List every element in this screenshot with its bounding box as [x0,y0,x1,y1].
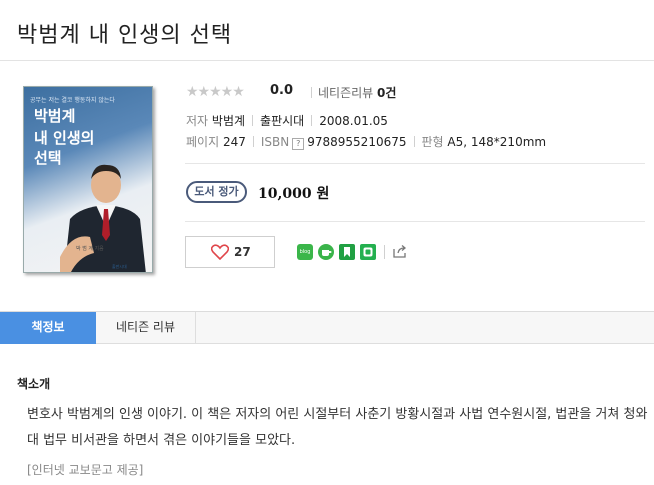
pages-label: 페이지 [186,135,220,149]
book-description: 변호사 박범계의 인생 이야기. 이 책은 저자의 어린 시절부터 사춘기 방황… [27,407,648,448]
review-summary[interactable]: 네티즌리뷰 0건 [311,84,396,101]
review-label: 네티즌리뷰 [318,86,374,100]
like-button[interactable]: 27 [185,236,275,268]
bookmark-icon[interactable] [339,244,355,260]
cover-title-line2: 내 인생의 [34,129,95,147]
share-out-icon[interactable] [392,243,408,259]
specs-row: 페이지 247 ISBN? 9788955210675 판형 A5, 148*210m… [186,133,546,150]
band-icon[interactable] [360,244,376,260]
book-cover[interactable]: 공무는 저는 결코 행동하지 않는다 박범계 내 인생의 선택 박 범 계 지음… [23,86,153,273]
review-count: 0건 [377,86,397,100]
separator [311,115,313,126]
heart-icon [211,244,229,260]
price-badge: 도서 정가 [186,181,247,203]
format-value: A5, 148*210mm [447,135,547,149]
book-title: 박범계 내 인생의 선택 [17,23,233,48]
tab-book-info[interactable]: 책정보 [0,312,96,344]
divider [185,221,645,222]
divider [185,163,645,164]
price-value: 10,000 원 [258,186,330,202]
rating-stars: ★★★★★ [186,84,245,100]
cover-tagline: 공무는 저는 결코 행동하지 않는다 [30,97,115,104]
cover-title-line3: 선택 [34,149,62,167]
divider [0,60,654,61]
cover-title-line1: 박범계 [34,107,76,125]
author-name[interactable]: 박범계 [212,114,245,128]
pages-value: 247 [222,135,246,149]
tab-reviews[interactable]: 네티즌 리뷰 [96,312,196,344]
cafe-icon[interactable] [318,244,334,260]
cover-author: 박 범 계 지음 [76,246,104,252]
separator [311,87,312,98]
section-heading: 책소개 [17,377,51,391]
cover-publisher: 출판시대 [112,264,127,269]
help-icon[interactable]: ? [292,138,305,150]
divider [384,245,385,259]
separator [252,136,254,147]
tab-bar: 책정보 네티즌 리뷰 [0,312,654,344]
author-label: 저자 [186,114,209,128]
isbn-value: 9788955210675 [307,135,407,149]
publish-date: 2008.01.05 [319,114,388,128]
publisher-name[interactable]: 출판시대 [260,114,304,128]
blog-icon[interactable]: blog [297,244,313,260]
isbn-label: ISBN [260,135,290,149]
author-portrait [60,164,146,272]
format-label: 판형 [421,135,444,149]
source-credit: [인터넷 교보문고 제공] [27,463,144,477]
rating-score: 0.0 [270,83,294,98]
separator [252,115,254,126]
author-row: 저자 박범계 출판시대 2008.01.05 [186,112,388,129]
separator [413,136,415,147]
like-count: 27 [234,245,251,259]
